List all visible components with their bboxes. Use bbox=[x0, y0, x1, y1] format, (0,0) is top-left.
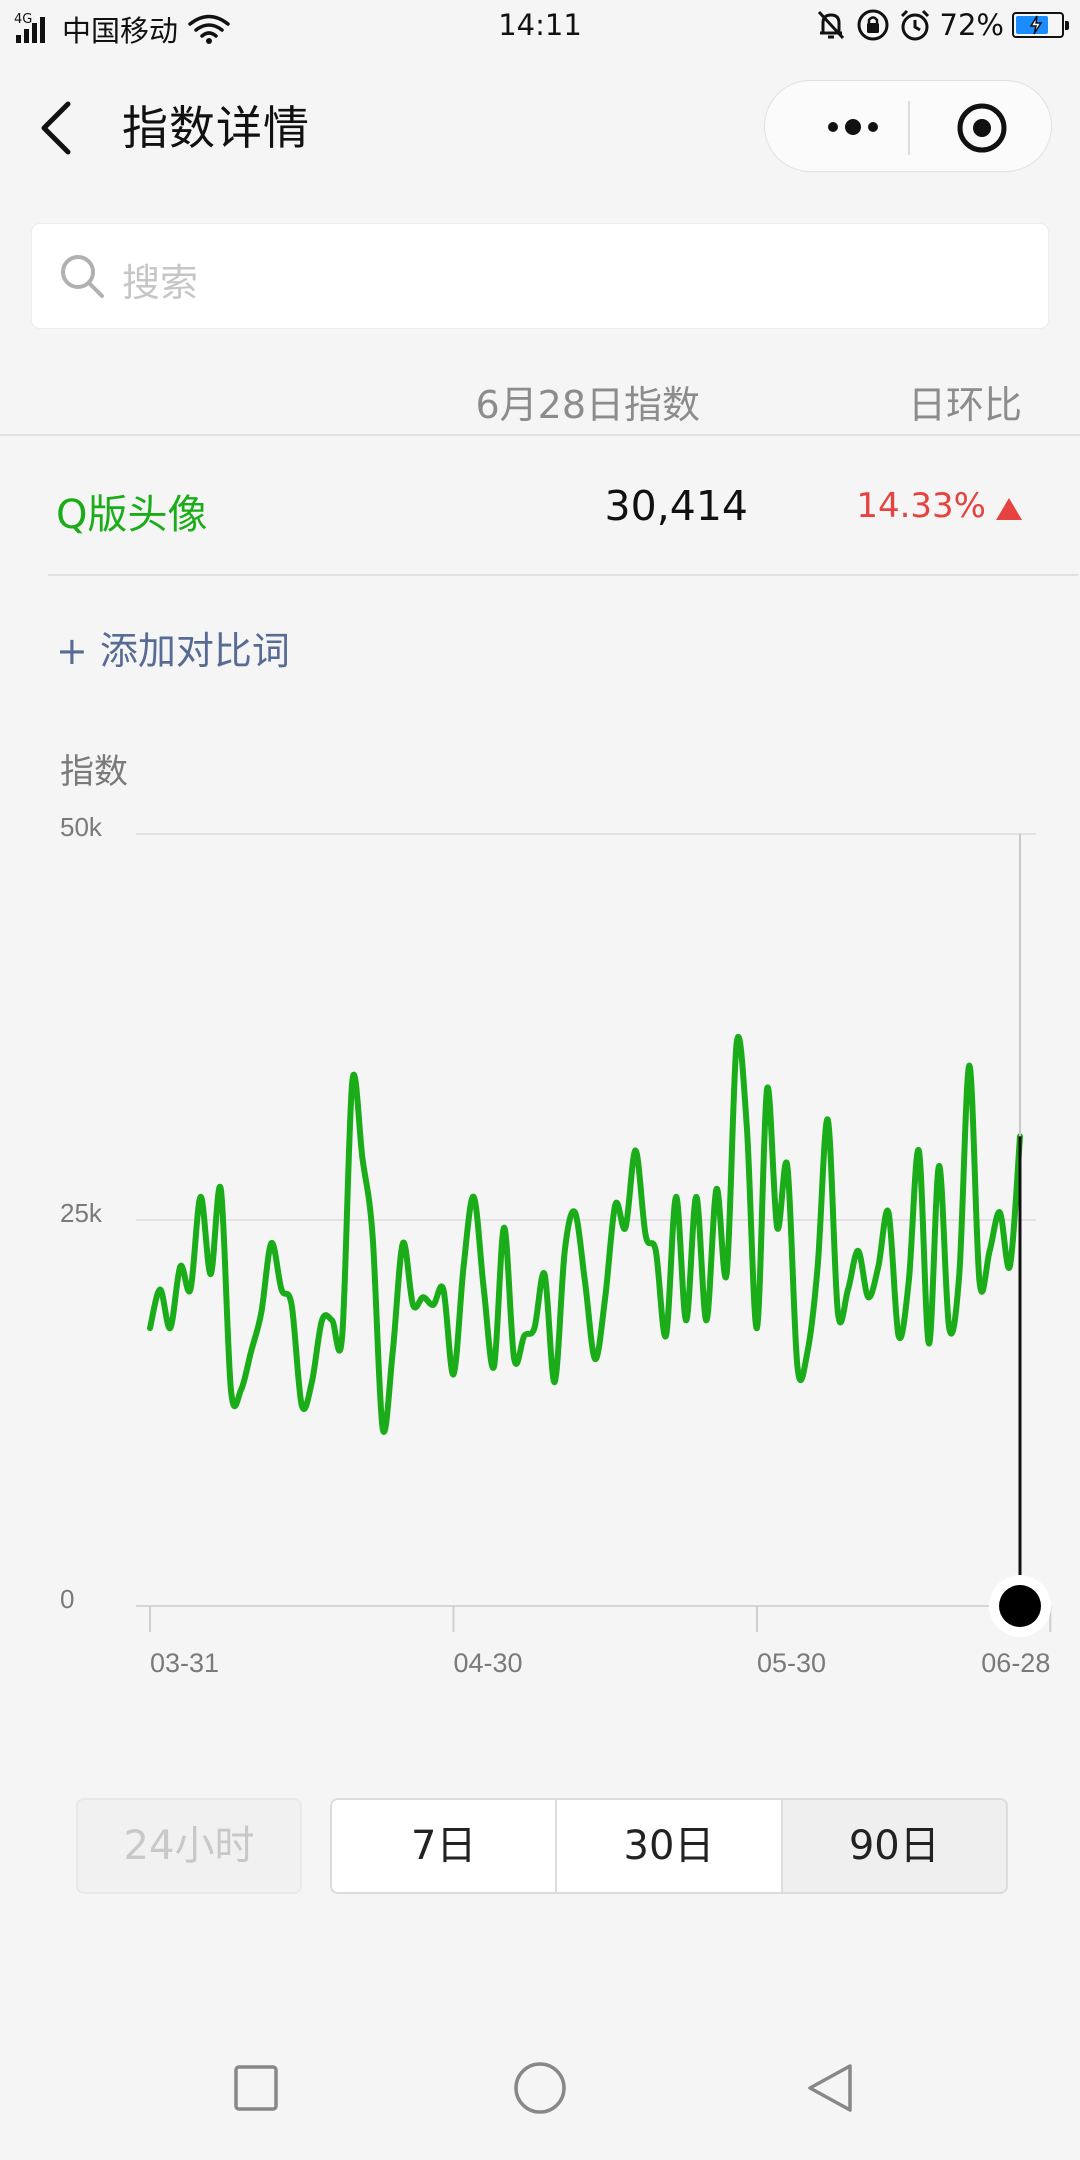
change-percent: 14.33% bbox=[856, 486, 986, 526]
range-30d-button[interactable]: 30日 bbox=[557, 1800, 783, 1892]
status-bar: 4G 中国移动 14:11 72% bbox=[0, 0, 1080, 52]
x-tick-label: 06-28 bbox=[981, 1648, 1050, 1678]
close-miniprogram-icon[interactable] bbox=[955, 101, 1009, 155]
x-tick-label: 05-30 bbox=[757, 1648, 826, 1678]
status-right: 72% bbox=[814, 8, 1069, 42]
range-24h-button: 24小时 bbox=[76, 1798, 302, 1894]
search-icon bbox=[61, 255, 104, 298]
up-arrow-icon bbox=[996, 498, 1022, 520]
range-7d-button[interactable]: 7日 bbox=[332, 1800, 558, 1892]
chart-y-label: 指数 bbox=[60, 752, 128, 792]
capsule-divider bbox=[908, 101, 910, 155]
y-tick-label: 0 bbox=[60, 1584, 74, 1614]
index-value: 30,414 bbox=[604, 482, 748, 530]
x-tick-label: 03-31 bbox=[150, 1648, 219, 1678]
range-90d-button[interactable]: 90日 bbox=[782, 1800, 1006, 1892]
range-segmented-control: 7日 30日 90日 bbox=[330, 1798, 1008, 1894]
table-header: 6月28日指数 日环比 bbox=[0, 370, 1080, 436]
column-index-header: 6月28日指数 bbox=[475, 383, 700, 427]
recent-apps-icon[interactable] bbox=[226, 2058, 286, 2118]
nav-header: 指数详情 bbox=[0, 70, 1080, 180]
back-nav-icon[interactable] bbox=[800, 2058, 860, 2118]
back-arrow-icon[interactable] bbox=[34, 98, 78, 158]
home-icon[interactable] bbox=[510, 2058, 570, 2118]
column-change-header: 日环比 bbox=[907, 383, 1022, 427]
cursor-handle[interactable] bbox=[999, 1585, 1041, 1627]
search-placeholder: 搜索 bbox=[122, 261, 199, 305]
miniprogram-capsule bbox=[764, 80, 1052, 172]
page-title: 指数详情 bbox=[122, 101, 310, 155]
keyword-label: Q版头像 bbox=[56, 492, 208, 538]
more-menu-icon[interactable] bbox=[803, 111, 903, 143]
trend-chart[interactable]: 50k 25k 0 03-31 04-30 05-30 06-28 bbox=[0, 790, 1080, 1710]
system-nav-bar bbox=[0, 2016, 1080, 2160]
y-tick-label: 25k bbox=[60, 1198, 103, 1228]
battery-percent: 72% bbox=[939, 8, 1004, 42]
battery-icon bbox=[1012, 12, 1069, 38]
keyword-row[interactable]: Q版头像 30,414 14.33% bbox=[48, 436, 1078, 576]
rotation-lock-icon bbox=[857, 9, 889, 41]
add-compare-button[interactable]: + 添加对比词 bbox=[56, 620, 290, 675]
alarm-icon bbox=[900, 9, 929, 41]
x-tick-label: 04-30 bbox=[453, 1648, 522, 1678]
series-line bbox=[147, 1033, 1023, 1435]
mute-bell-icon bbox=[817, 10, 844, 40]
search-bar[interactable]: 搜索 bbox=[32, 224, 1048, 328]
y-tick-label: 50k bbox=[60, 812, 103, 842]
